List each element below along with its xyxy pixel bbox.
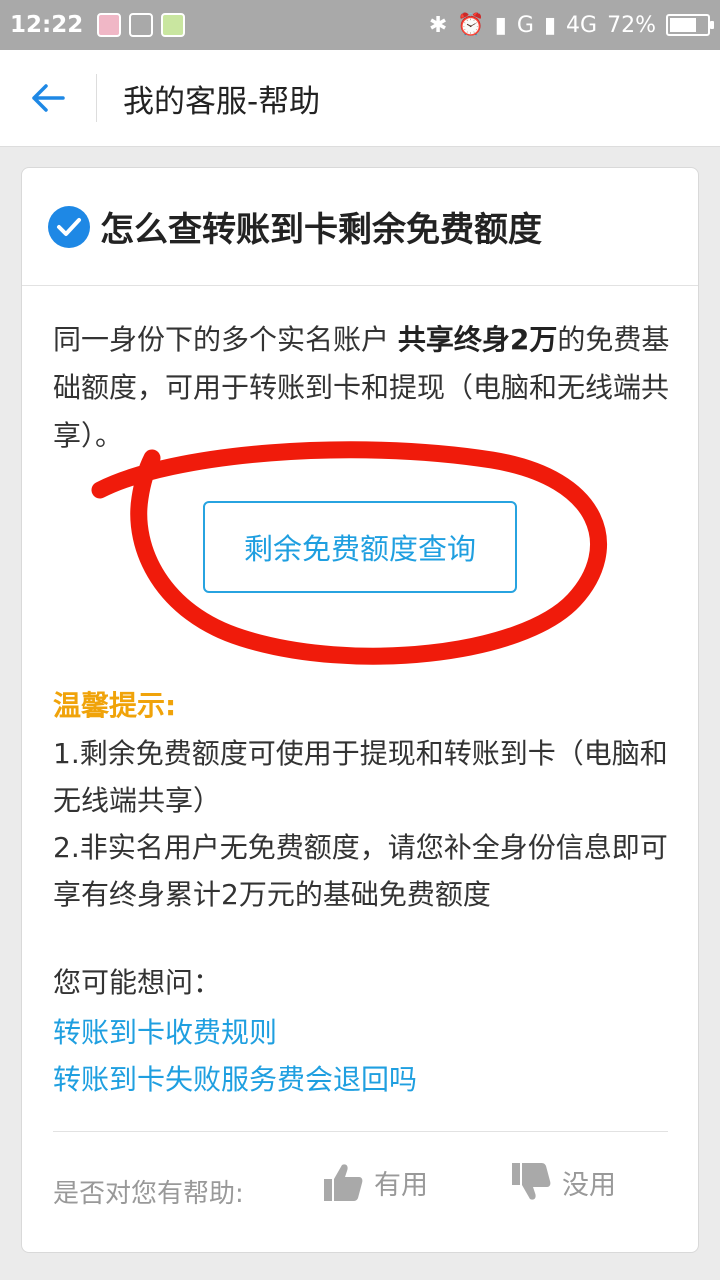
tips-title: 温馨提示: bbox=[53, 689, 177, 722]
faq-link-fee-rules[interactable]: 转账到卡收费规则 bbox=[53, 1011, 277, 1051]
signal-icon: ▮ bbox=[494, 12, 507, 38]
scan-notification-icon bbox=[129, 13, 154, 37]
tips-list: 1.剩余免费额度可使用于提现和转账到卡（电脑和无线端共享） 2.非实名用户无免费… bbox=[53, 730, 673, 918]
remaining-quota-query-button[interactable]: 剩余免费额度查询 bbox=[203, 501, 517, 593]
helpful-label: 是否对您有帮助: bbox=[53, 1179, 244, 1209]
intro-highlight: 共享终身2万 bbox=[397, 323, 558, 356]
bluetooth-icon: ✱ bbox=[428, 12, 448, 38]
card-title: 怎么查转账到卡剩余免费额度 bbox=[100, 210, 542, 250]
useful-label: 有用 bbox=[374, 1169, 428, 1201]
page-title: 我的客服-帮助 bbox=[123, 83, 321, 120]
arrow-left-icon bbox=[32, 84, 65, 112]
card-header: 怎么查转账到卡剩余免费额度 bbox=[22, 168, 698, 286]
footer-divider bbox=[53, 1131, 668, 1132]
faq-label: 您可能想问： bbox=[53, 966, 222, 999]
thumbs-down-icon bbox=[512, 1163, 551, 1200]
useless-button[interactable]: 没用 bbox=[510, 1161, 616, 1203]
notification-app-icon bbox=[97, 13, 122, 37]
status-bar: 12:22 ✱ ⏰ ▮ G ▮ 4G 72% bbox=[0, 0, 720, 50]
back-button[interactable] bbox=[0, 50, 96, 147]
thumbs-up-icon bbox=[324, 1164, 363, 1201]
faq-link-refund[interactable]: 转账到卡失败服务费会退回吗 bbox=[53, 1058, 417, 1098]
notification-app-icon-2 bbox=[161, 13, 186, 37]
tip-item: 1.剩余免费额度可使用于提现和转账到卡（电脑和无线端共享） bbox=[53, 737, 668, 817]
network-type-1: G bbox=[516, 12, 534, 38]
status-time: 12:22 bbox=[10, 12, 84, 38]
network-type-2: 4G bbox=[566, 12, 598, 38]
intro-text: 同一身份下的多个实名账户 共享终身2万的免费基础额度，可用于转账到卡和提现（电脑… bbox=[53, 316, 673, 460]
nav-divider bbox=[96, 74, 97, 122]
useful-button[interactable]: 有用 bbox=[322, 1161, 428, 1203]
help-card: 怎么查转账到卡剩余免费额度 同一身份下的多个实名账户 共享终身2万的免费基础额度… bbox=[21, 167, 699, 1253]
battery-icon bbox=[666, 14, 714, 36]
alarm-icon: ⏰ bbox=[457, 12, 485, 38]
battery-percent: 72% bbox=[607, 12, 656, 38]
check-circle-icon bbox=[48, 205, 90, 248]
tip-item: 2.非实名用户无免费额度，请您补全身份信息即可享有终身累计2万元的基础免费额度 bbox=[53, 831, 668, 911]
nav-bar: 我的客服-帮助 bbox=[0, 50, 720, 147]
signal-icon-2: ▮ bbox=[543, 12, 557, 38]
intro-text-part1: 同一身份下的多个实名账户 bbox=[53, 323, 398, 356]
useless-label: 没用 bbox=[562, 1169, 616, 1201]
